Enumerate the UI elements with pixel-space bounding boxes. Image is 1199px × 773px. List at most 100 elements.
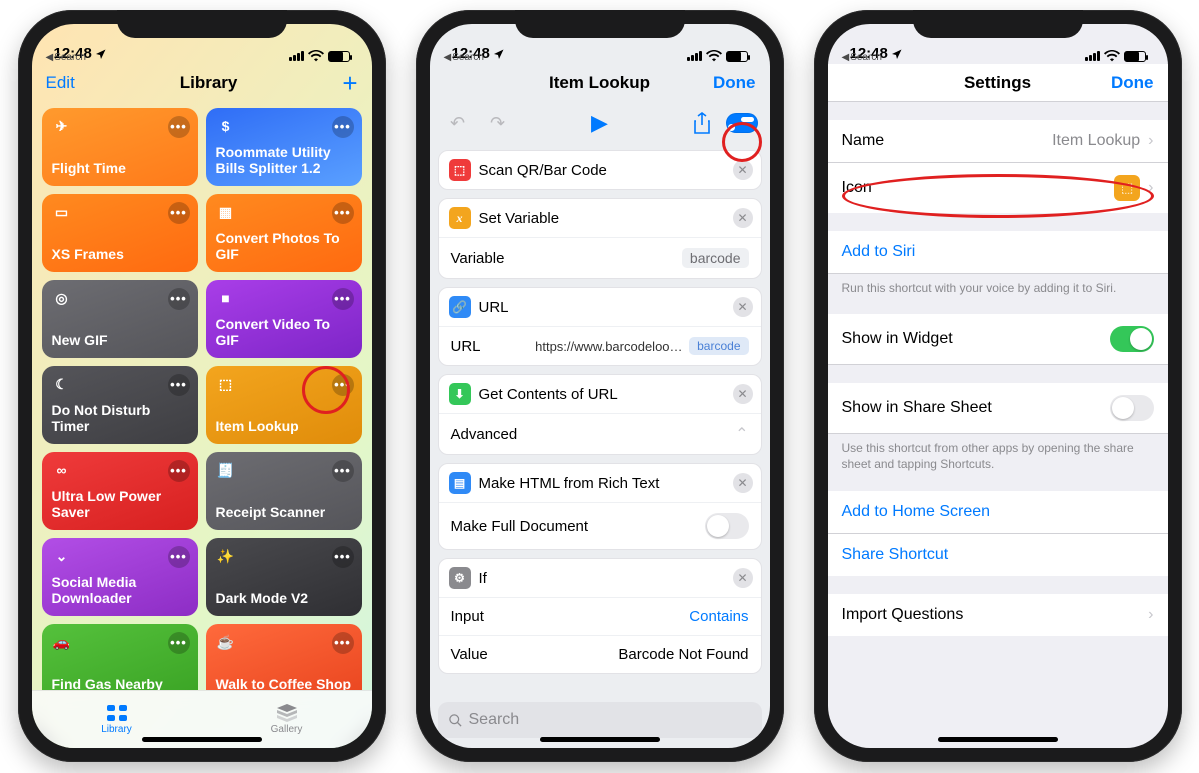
tile-more-button[interactable]: ••• — [332, 460, 354, 482]
tile-more-button[interactable]: ••• — [332, 632, 354, 654]
tile-label: Do Not Disturb Timer — [52, 402, 188, 434]
action-label: Get Contents of URL — [479, 386, 618, 403]
remove-button[interactable]: ✕ — [733, 568, 753, 588]
tile-icon: ■ — [216, 288, 236, 308]
shortcut-tile[interactable]: $•••Roommate Utility Bills Splitter 1.2 — [206, 108, 362, 186]
remove-button[interactable]: ✕ — [733, 208, 753, 228]
shortcut-tile[interactable]: ∞ ••• Ultra Low Power Saver — [42, 452, 198, 530]
tile-more-button[interactable]: ••• — [168, 374, 190, 396]
row-share-sheet[interactable]: Show in Share Sheet — [828, 383, 1168, 434]
param-row[interactable]: ValueBarcode Not Found — [439, 635, 761, 673]
barcode-icon: ⬚ — [449, 159, 471, 181]
switch-off[interactable] — [705, 513, 749, 539]
tile-label: Find Gas Nearby — [52, 676, 188, 690]
tile-label: Convert Video To GIF — [216, 316, 352, 348]
row-name[interactable]: NameItem Lookup› — [828, 120, 1168, 163]
redo-button[interactable]: ↷ — [482, 107, 514, 139]
remove-button[interactable]: ✕ — [733, 473, 753, 493]
settings-toggle-button[interactable] — [726, 113, 758, 133]
action-set-variable[interactable]: xSet Variable✕ Variablebarcode — [438, 198, 762, 279]
home-indicator[interactable] — [938, 737, 1058, 742]
row-add-siri[interactable]: Add to Siri — [828, 231, 1168, 274]
shortcut-tile[interactable]: 🚗•••Find Gas Nearby — [42, 624, 198, 690]
wifi-icon — [308, 50, 324, 62]
row-share-shortcut[interactable]: Share Shortcut — [828, 534, 1168, 576]
row-home-screen[interactable]: Add to Home Screen — [828, 491, 1168, 534]
tile-more-button[interactable]: ••• — [168, 632, 190, 654]
remove-button[interactable]: ✕ — [733, 384, 753, 404]
param-row[interactable]: InputContains — [439, 597, 761, 635]
action-url[interactable]: 🔗URL✕ URLhttps://www.barcodelookup.com/b… — [438, 287, 762, 366]
shortcut-tile[interactable]: ✈•••Flight Time — [42, 108, 198, 186]
tile-more-button[interactable]: ••• — [168, 460, 190, 482]
param-row[interactable]: Variablebarcode — [439, 237, 761, 278]
signal-icon — [289, 51, 304, 61]
action-make-html[interactable]: ▤ Make HTML from Rich Text ✕ Make Full Doc… — [438, 463, 762, 550]
shortcut-tile[interactable]: ◎•••New GIF — [42, 280, 198, 358]
tile-icon: ∞ — [52, 460, 72, 480]
battery-icon — [328, 51, 350, 62]
action-if[interactable]: ⚙If✕ InputContains ValueBarcode Not Foun… — [438, 558, 762, 674]
action-scan[interactable]: ⬚Scan QR/Bar Code✕ — [438, 150, 762, 190]
tab-library-label: Library — [101, 724, 132, 735]
done-button[interactable]: Done — [713, 73, 756, 93]
shortcut-tile[interactable]: ☕•••Walk to Coffee Shop — [206, 624, 362, 690]
shortcut-tile[interactable]: ⌄•••Social Media Downloader — [42, 538, 198, 616]
editor-navbar: Item Lookup Done — [430, 64, 770, 102]
tile-icon: ✨ — [216, 546, 236, 566]
sharesheet-note: Use this shortcut from other apps by ope… — [828, 434, 1168, 472]
param-value[interactable]: barcode — [682, 248, 749, 268]
shortcut-tile[interactable]: ▭•••XS Frames — [42, 194, 198, 272]
document-icon: ▤ — [449, 472, 471, 494]
sharesheet-switch[interactable] — [1110, 395, 1154, 421]
play-button[interactable]: ▶ — [584, 107, 616, 139]
home-indicator[interactable] — [142, 737, 262, 742]
action-list: ⬚Scan QR/Bar Code✕ xSet Variable✕ Variab… — [430, 144, 770, 696]
row-icon[interactable]: Icon⬚› — [828, 163, 1168, 213]
shortcut-tile[interactable]: ■ ••• Convert Video To GIF — [206, 280, 362, 358]
tile-more-button[interactable]: ••• — [168, 202, 190, 224]
tile-label: Ultra Low Power Saver — [52, 488, 188, 520]
library-tab-icon — [106, 704, 128, 722]
remove-button[interactable]: ✕ — [733, 297, 753, 317]
widget-switch[interactable] — [1110, 326, 1154, 352]
back-crumb[interactable]: ◀ Search — [842, 52, 882, 63]
search-input[interactable]: Search — [438, 702, 762, 738]
action-label: Make HTML from Rich Text — [479, 475, 660, 492]
phone-library: ◀ Search 12:48 Edit Library + ✈•••Flight… — [18, 10, 386, 762]
tile-more-button[interactable]: ••• — [332, 374, 354, 396]
edit-button[interactable]: Edit — [46, 73, 75, 93]
tile-more-button[interactable]: ••• — [332, 116, 354, 138]
add-button[interactable]: + — [342, 68, 357, 99]
home-indicator[interactable] — [540, 737, 660, 742]
share-button[interactable] — [686, 107, 718, 139]
shortcut-tile[interactable]: ⬚•••Item Lookup — [206, 366, 362, 444]
page-title: Item Lookup — [549, 73, 650, 93]
done-button[interactable]: Done — [1111, 73, 1154, 93]
tile-more-button[interactable]: ••• — [168, 546, 190, 568]
undo-button[interactable]: ↶ — [442, 107, 474, 139]
tile-more-button[interactable]: ••• — [168, 116, 190, 138]
param-row[interactable]: URLhttps://www.barcodelookup.com/barcode — [439, 326, 761, 365]
action-get-contents[interactable]: ⬇Get Contents of URL✕ Advanced⌃ — [438, 374, 762, 455]
row-import-questions[interactable]: Import Questions› — [828, 594, 1168, 636]
tile-more-button[interactable]: ••• — [332, 288, 354, 310]
tile-icon: ▦ — [216, 202, 236, 222]
shortcut-tile[interactable]: 🧾•••Receipt Scanner — [206, 452, 362, 530]
variable-token[interactable]: barcode — [689, 337, 748, 355]
param-value[interactable]: Contains — [689, 608, 748, 625]
remove-button[interactable]: ✕ — [733, 160, 753, 180]
param-value[interactable]: Barcode Not Found — [618, 646, 748, 663]
row-widget[interactable]: Show in Widget — [828, 314, 1168, 365]
advanced-toggle[interactable]: Advanced⌃ — [439, 413, 761, 454]
tile-more-button[interactable]: ••• — [168, 288, 190, 310]
shortcut-tile[interactable]: ▦•••Convert Photos To GIF — [206, 194, 362, 272]
search-placeholder: Search — [469, 711, 520, 729]
shortcut-tile[interactable]: ☾•••Do Not Disturb Timer — [42, 366, 198, 444]
tile-more-button[interactable]: ••• — [332, 546, 354, 568]
back-crumb[interactable]: ◀ Search — [46, 52, 86, 63]
tile-more-button[interactable]: ••• — [332, 202, 354, 224]
back-crumb[interactable]: ◀ Search — [444, 52, 484, 63]
shortcut-tile[interactable]: ✨•••Dark Mode V2 — [206, 538, 362, 616]
param-row[interactable]: Make Full Document — [439, 502, 761, 549]
